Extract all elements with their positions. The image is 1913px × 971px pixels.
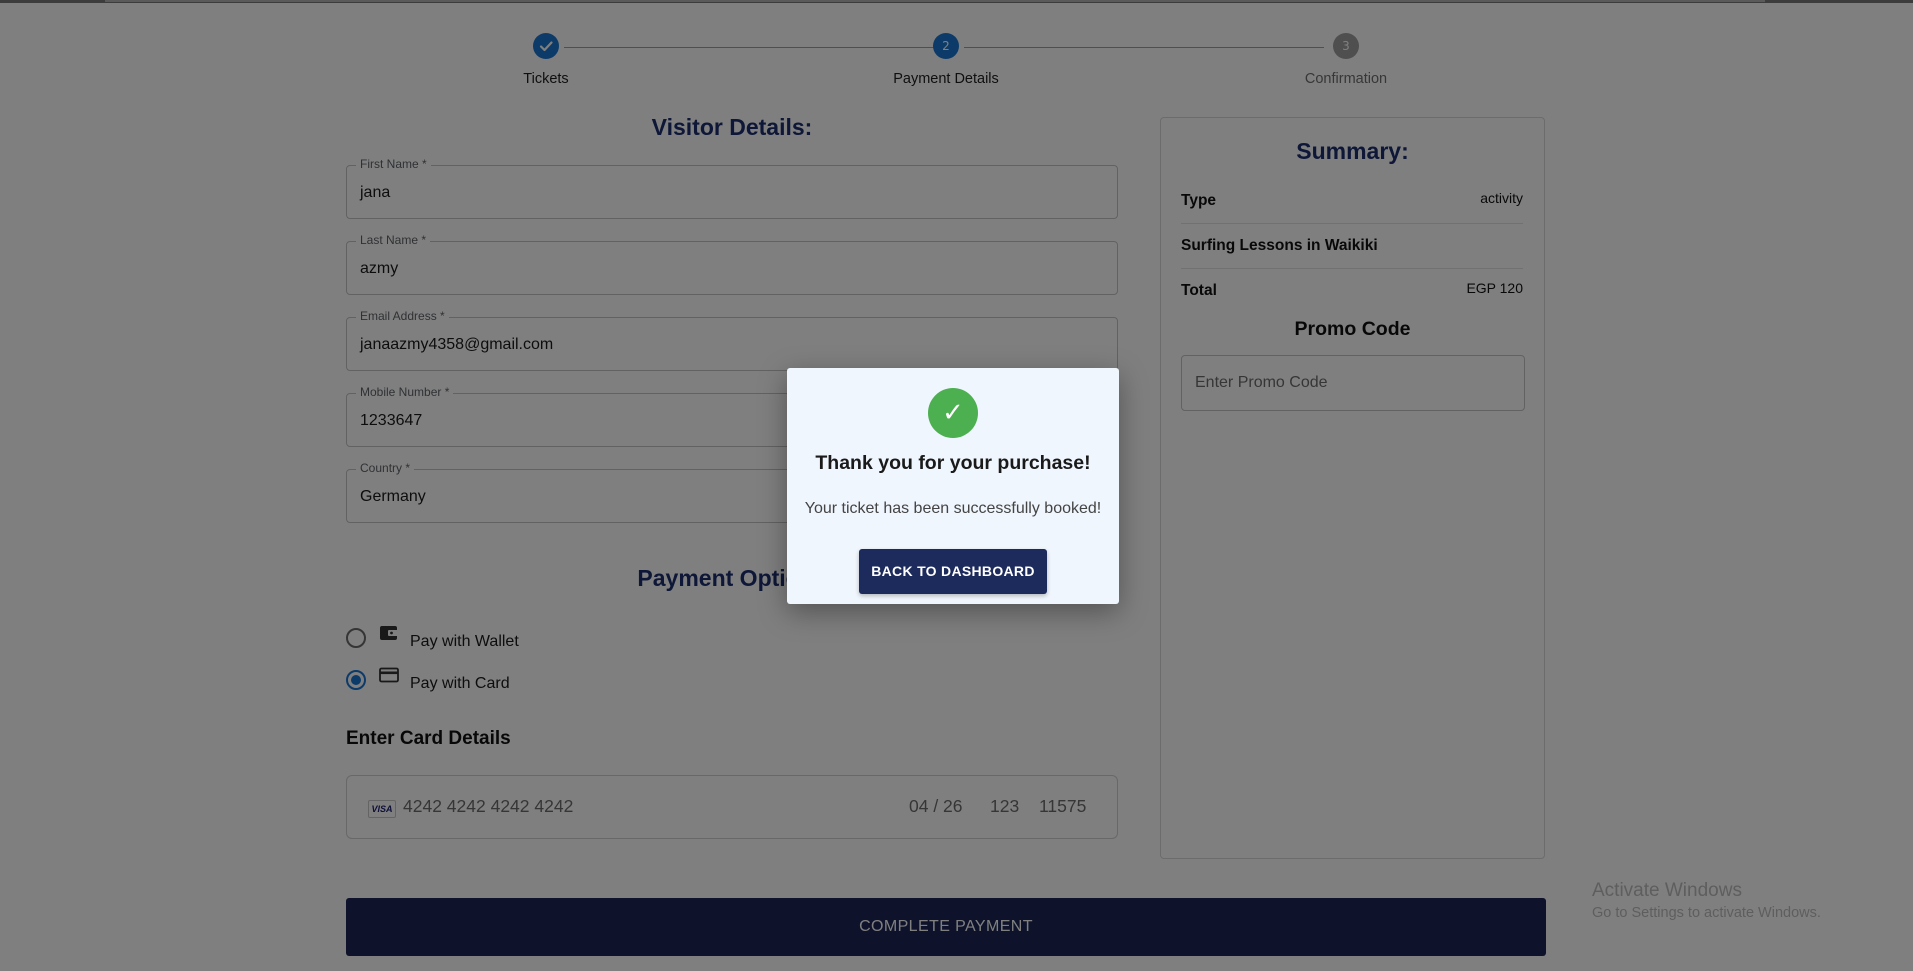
dialog-message: Your ticket has been successfully booked… [804,500,1102,517]
window-top-border-inner [105,0,1765,2]
purchase-success-dialog: ✓ Thank you for your purchase! Your tick… [787,368,1119,604]
back-to-dashboard-button[interactable]: BACK TO DASHBOARD [859,549,1047,594]
check-icon: ✓ [928,388,978,438]
dialog-title: Thank you for your purchase! [815,452,1091,474]
